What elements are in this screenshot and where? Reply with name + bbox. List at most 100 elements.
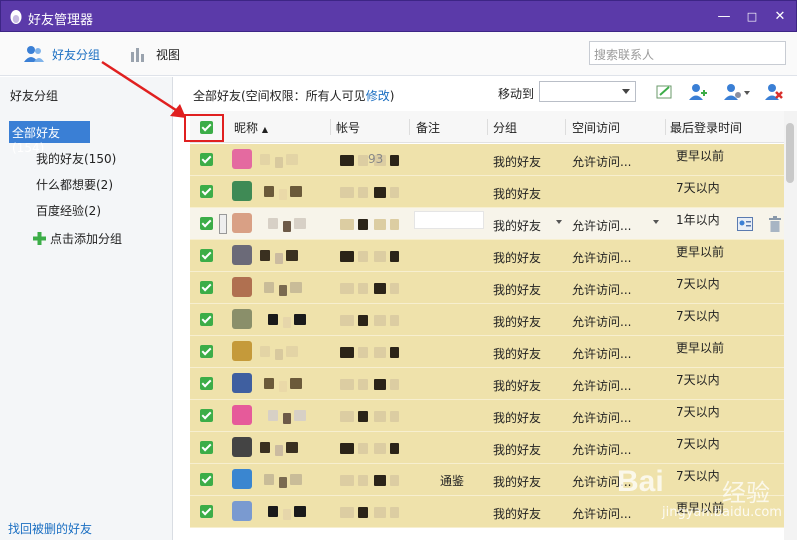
last-login-cell: 7天以内 — [676, 309, 720, 323]
avatar[interactable] — [232, 469, 252, 489]
space-access-cell[interactable]: 允许访问... — [572, 281, 631, 298]
group-cell[interactable]: 我的好友 — [493, 217, 541, 234]
group-cell[interactable]: 我的好友 — [493, 377, 541, 394]
redacted-nickname — [290, 282, 302, 293]
space-access-cell[interactable]: 允许访问... — [572, 313, 631, 330]
group-cell[interactable]: 我的好友 — [493, 185, 541, 202]
row-checkbox[interactable] — [200, 153, 213, 166]
group-cell[interactable]: 我的好友 — [493, 441, 541, 458]
table-row[interactable]: 我的好友 允许访问... 7天以内 — [190, 368, 784, 400]
delete-friend-icon[interactable] — [764, 83, 784, 101]
group-cell[interactable]: 我的好友 — [493, 505, 541, 522]
add-group-label: 点击添加分组 — [50, 232, 123, 246]
row-handle-icon[interactable] — [219, 214, 227, 234]
redacted-nickname — [275, 253, 283, 264]
avatar[interactable] — [232, 373, 252, 393]
table-row[interactable]: 我的好友 允许访问... 更早以前 — [190, 240, 784, 272]
group-cell[interactable]: 我的好友 — [493, 153, 541, 170]
trash-icon[interactable] — [768, 216, 782, 232]
sidebar-item-all-friends[interactable]: 全部好友(154) — [9, 121, 90, 155]
table-row[interactable]: 我的好友 允许访问... 7天以内 — [190, 272, 784, 304]
space-access-cell[interactable]: 允许访问... — [572, 409, 631, 426]
group-cell[interactable]: 我的好友 — [493, 345, 541, 362]
group-settings-icon[interactable] — [723, 83, 751, 101]
redacted-account — [340, 475, 354, 486]
col-group[interactable]: 分组 — [493, 119, 517, 136]
avatar[interactable] — [232, 181, 252, 201]
avatar[interactable] — [232, 213, 252, 233]
search-input[interactable]: 搜索联系人 — [589, 41, 786, 65]
avatar[interactable] — [232, 277, 252, 297]
add-group-button[interactable]: 点击添加分组 — [33, 230, 122, 247]
avatar[interactable] — [232, 501, 252, 521]
redacted-account — [358, 475, 368, 486]
redacted-account — [358, 251, 368, 262]
avatar[interactable] — [232, 405, 252, 425]
avatar[interactable] — [232, 309, 252, 329]
group-cell[interactable]: 我的好友 — [493, 409, 541, 426]
close-button[interactable]: ✕ — [772, 9, 788, 25]
tab-friend-groups[interactable]: 好友分组 — [24, 44, 100, 64]
table-row[interactable]: 我的好友 允许访问... 1年以内 — [190, 208, 784, 240]
row-checkbox[interactable] — [200, 345, 213, 358]
redacted-account — [340, 411, 354, 422]
column-divider — [330, 119, 331, 135]
avatar[interactable] — [232, 341, 252, 361]
row-checkbox[interactable] — [200, 281, 213, 294]
row-checkbox[interactable] — [200, 217, 213, 230]
sidebar-item-my-friends[interactable]: 我的好友(150) — [36, 150, 116, 167]
redacted-nickname — [294, 314, 306, 325]
table-row[interactable]: 93 我的好友 允许访问... 更早以前 — [190, 144, 784, 176]
edit-icon[interactable] — [655, 83, 675, 101]
row-checkbox[interactable] — [200, 409, 213, 422]
row-checkbox[interactable] — [200, 185, 213, 198]
space-access-cell[interactable]: 允许访问... — [572, 345, 631, 362]
space-access-cell[interactable]: 允许访问... — [572, 217, 631, 234]
group-cell[interactable]: 我的好友 — [493, 249, 541, 266]
profile-card-icon[interactable] — [737, 217, 753, 231]
table-row[interactable]: 我的好友 允许访问... 7天以内 — [190, 400, 784, 432]
table-row[interactable]: 我的好友 7天以内 — [190, 176, 784, 208]
row-checkbox[interactable] — [200, 313, 213, 326]
group-cell[interactable]: 我的好友 — [493, 473, 541, 490]
row-checkbox[interactable] — [200, 473, 213, 486]
row-checkbox[interactable] — [200, 505, 213, 518]
redacted-account — [340, 347, 354, 358]
row-checkbox[interactable] — [200, 377, 213, 390]
avatar[interactable] — [232, 437, 252, 457]
col-space-access[interactable]: 空间访问 — [572, 119, 620, 136]
last-login-cell: 更早以前 — [676, 245, 725, 259]
avatar[interactable] — [232, 245, 252, 265]
minimize-button[interactable]: — — [716, 9, 732, 25]
col-remark[interactable]: 备注 — [416, 119, 440, 136]
move-to-select[interactable] — [539, 81, 636, 102]
remark-input[interactable] — [414, 211, 484, 229]
col-nickname[interactable]: 昵称 ▲ — [234, 119, 268, 136]
sidebar-item-want-everything[interactable]: 什么都想要(2) — [36, 176, 113, 193]
last-login-cell: 1年以内 — [676, 213, 720, 227]
col-last-login[interactable]: 最后登录时间 — [670, 119, 742, 136]
redacted-nickname — [279, 189, 287, 200]
row-checkbox[interactable] — [200, 249, 213, 262]
chevron-down-icon[interactable] — [653, 220, 659, 224]
redacted-nickname — [260, 250, 270, 261]
add-friend-icon[interactable] — [688, 83, 708, 101]
modify-permission-link[interactable]: 修改 — [366, 89, 390, 103]
group-cell[interactable]: 我的好友 — [493, 281, 541, 298]
scrollbar-thumb[interactable] — [786, 123, 794, 183]
table-row[interactable]: 我的好友 允许访问... 更早以前 — [190, 336, 784, 368]
remark-cell[interactable]: 通鉴 — [440, 472, 464, 489]
chevron-down-icon[interactable] — [556, 220, 562, 224]
group-cell[interactable]: 我的好友 — [493, 313, 541, 330]
space-access-cell[interactable]: 允许访问... — [572, 377, 631, 394]
col-account[interactable]: 帐号 — [336, 119, 360, 136]
row-checkbox[interactable] — [200, 441, 213, 454]
avatar[interactable] — [232, 149, 252, 169]
redacted-nickname — [264, 474, 274, 485]
space-access-cell[interactable]: 允许访问... — [572, 153, 631, 170]
table-row[interactable]: 我的好友 允许访问... 7天以内 — [190, 304, 784, 336]
maximize-button[interactable]: □ — [744, 9, 760, 25]
recover-deleted-friends-link[interactable]: 找回被删的好友 — [8, 520, 92, 537]
sidebar-item-baidu-jingyan[interactable]: 百度经验(2) — [36, 202, 101, 219]
space-access-cell[interactable]: 允许访问... — [572, 249, 631, 266]
